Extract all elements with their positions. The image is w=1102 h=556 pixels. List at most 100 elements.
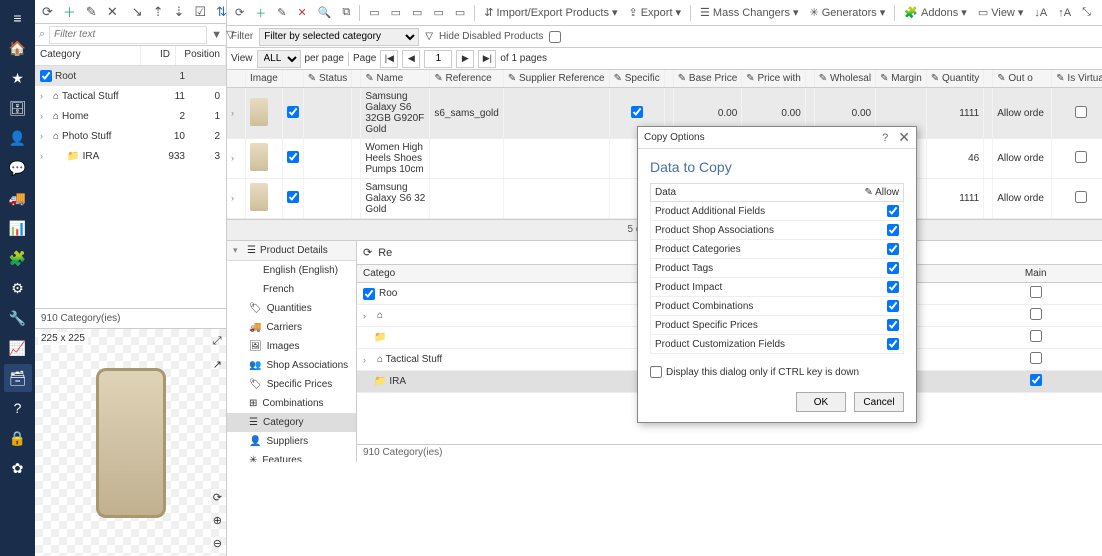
copy-option-row[interactable]: Product Impact <box>650 278 904 297</box>
move-down-icon[interactable]: ⇣ <box>171 3 188 21</box>
filter-select[interactable]: Filter by selected category <box>259 28 419 46</box>
puzzle-icon[interactable]: 🧩 <box>4 244 32 272</box>
last-page-button[interactable]: ▶| <box>478 50 496 68</box>
zoom-out-icon[interactable]: ⊖ <box>213 537 222 550</box>
star-icon[interactable]: ★ <box>4 64 32 92</box>
addons-button[interactable]: 🧩 Addons ▾ <box>900 3 971 23</box>
detail-tab-suppliers[interactable]: 👤Suppliers <box>227 432 356 451</box>
prev-page-button[interactable]: ◀ <box>402 50 420 68</box>
popout-icon[interactable]: ↗ <box>213 358 222 371</box>
ctrl-only-checkbox[interactable] <box>650 366 662 378</box>
category-tree[interactable]: Root1›⌂Tactical Stuff110›⌂Home21›⌂Photo … <box>35 66 226 308</box>
detail-tab-category[interactable]: ☰Category <box>227 413 356 432</box>
help-icon[interactable]: ? <box>882 132 888 144</box>
view-label: View <box>231 53 253 64</box>
filter-funnel-icon[interactable]: ▼ <box>211 29 222 41</box>
help-icon[interactable]: ? <box>4 394 32 422</box>
delete-icon[interactable]: ✕ <box>104 3 121 21</box>
reload-icon[interactable]: ⟳ <box>213 491 222 504</box>
cancel-button[interactable]: Cancel <box>854 392 904 412</box>
copy-option-row[interactable]: Product Specific Prices <box>650 316 904 335</box>
add-icon[interactable]: ＋ <box>60 3 79 21</box>
sort-asc-icon[interactable]: ↓A <box>1030 3 1051 23</box>
of-pages-label: of 1 pages <box>500 53 547 64</box>
refresh-icon[interactable]: ⟳ <box>39 3 56 21</box>
store-icon[interactable]: 🏠 <box>4 34 32 62</box>
detail-tab-images[interactable]: 🖼Images <box>227 337 356 356</box>
col-id: ID <box>141 46 176 65</box>
lang-french[interactable]: French <box>227 280 356 299</box>
import-export-button[interactable]: ⇵ Import/Export Products ▾ <box>480 3 621 23</box>
refresh-icon[interactable]: ⟳ <box>231 3 248 23</box>
first-page-button[interactable]: |◀ <box>380 50 398 68</box>
menu-icon[interactable]: ≡ <box>4 4 32 32</box>
page-input[interactable] <box>424 50 452 68</box>
detail-tab-shop-associations[interactable]: 👥Shop Associations <box>227 356 356 375</box>
detail-tab-combinations[interactable]: ⊞Combinations <box>227 394 356 413</box>
zoom-in-icon[interactable]: ⊕ <box>213 514 222 527</box>
next-page-button[interactable]: ▶ <box>456 50 474 68</box>
drawer-icon[interactable]: 🗃 <box>4 364 32 392</box>
close-icon[interactable]: ✕ <box>898 129 910 146</box>
view-select[interactable]: ALL <box>257 50 301 68</box>
copy-option-row[interactable]: Product Additional Fields <box>650 202 904 221</box>
person-icon[interactable]: 👤 <box>4 124 32 152</box>
lock-icon[interactable]: 🔒 <box>4 424 32 452</box>
sort-desc-icon[interactable]: ↑A <box>1054 3 1075 23</box>
view-button[interactable]: ▭ View ▾ <box>974 3 1028 23</box>
category-row[interactable]: Root1 <box>35 66 226 86</box>
left-icon-bar: ≡ 🏠 ★ 🗄 👤 💬 🚚 📊 🧩 ⚙ 🔧 📈 🗃 ? 🔒 ✿ <box>0 0 35 556</box>
refresh-detail-icon[interactable]: ⟳ <box>363 246 372 259</box>
edit-icon[interactable]: ✎ <box>273 3 290 23</box>
dialog-title: Copy Options <box>644 132 882 143</box>
mass-changers-button[interactable]: ☰ Mass Changers ▾ <box>696 3 802 23</box>
detail-tab-features[interactable]: ✳Features <box>227 451 356 462</box>
copy-option-row[interactable]: Product Tags <box>650 259 904 278</box>
detail-tab-specific-prices[interactable]: 🏷Specific Prices <box>227 375 356 394</box>
category-row[interactable]: › 📁IRA9333 <box>35 146 226 166</box>
ok-button[interactable]: OK <box>796 392 846 412</box>
copy-option-row[interactable]: Product Combinations <box>650 297 904 316</box>
lang-english[interactable]: English (English) <box>227 261 356 280</box>
chat-icon[interactable]: 💬 <box>4 154 32 182</box>
copy-option-row[interactable]: Product Categories <box>650 240 904 259</box>
edit-icon[interactable]: ✎ <box>83 3 100 21</box>
add-icon[interactable]: ＋ <box>251 3 270 23</box>
wrench-icon[interactable]: 🔧 <box>4 304 32 332</box>
delete-icon[interactable]: ✕ <box>293 3 310 23</box>
icon-e[interactable]: ▭ <box>451 3 469 23</box>
collapse-icon[interactable]: ⤡ <box>1078 3 1095 23</box>
move-up-icon[interactable]: ⇡ <box>150 3 167 21</box>
icon-c[interactable]: ▭ <box>408 3 426 23</box>
refresh-label: Re <box>378 247 392 259</box>
category-row[interactable]: ›⌂Photo Stuff102 <box>35 126 226 146</box>
copy-option-row[interactable]: Product Customization Fields <box>650 335 904 354</box>
copy-option-row[interactable]: Product Shop Associations <box>650 221 904 240</box>
export-button[interactable]: ⇪ Export ▾ <box>625 3 686 23</box>
product-details-header[interactable]: ▾☰ Product Details <box>227 241 356 261</box>
image-preview: 225 x 225 ⤢ ↗ ⟳ ⊕ ⊖ <box>35 329 226 556</box>
col-allow: ✎ Allow <box>864 187 899 198</box>
expand-icon[interactable]: ⤢ <box>213 335 222 348</box>
detail-tab-quantities[interactable]: 🏷Quantities <box>227 299 356 318</box>
copy-icon[interactable]: ⧉ <box>338 3 354 23</box>
category-row[interactable]: ›⌂Tactical Stuff110 <box>35 86 226 106</box>
archive-icon[interactable]: 🗄 <box>4 94 32 122</box>
generators-button[interactable]: ✳ Generators ▾ <box>806 3 890 23</box>
icon-b[interactable]: ▭ <box>387 3 405 23</box>
truck-icon[interactable]: 🚚 <box>4 184 32 212</box>
branch-icon[interactable]: ↘ <box>129 3 146 21</box>
hide-disabled-checkbox[interactable] <box>549 31 561 43</box>
category-row[interactable]: ›⌂Home21 <box>35 106 226 126</box>
detail-tab-carriers[interactable]: 🚚Carriers <box>227 318 356 337</box>
stats-icon[interactable]: 📈 <box>4 334 32 362</box>
gear-icon[interactable]: ✿ <box>4 454 32 482</box>
chart-icon[interactable]: 📊 <box>4 214 32 242</box>
toggle-icon[interactable]: ☑ <box>191 3 209 21</box>
category-filter-input[interactable] <box>49 26 207 44</box>
icon-a[interactable]: ▭ <box>365 3 383 23</box>
sliders-icon[interactable]: ⚙ <box>4 274 32 302</box>
filter-clear-icon[interactable]: ▽ <box>425 31 433 42</box>
icon-d[interactable]: ▭ <box>429 3 447 23</box>
search-icon[interactable]: 🔍 <box>314 3 336 23</box>
